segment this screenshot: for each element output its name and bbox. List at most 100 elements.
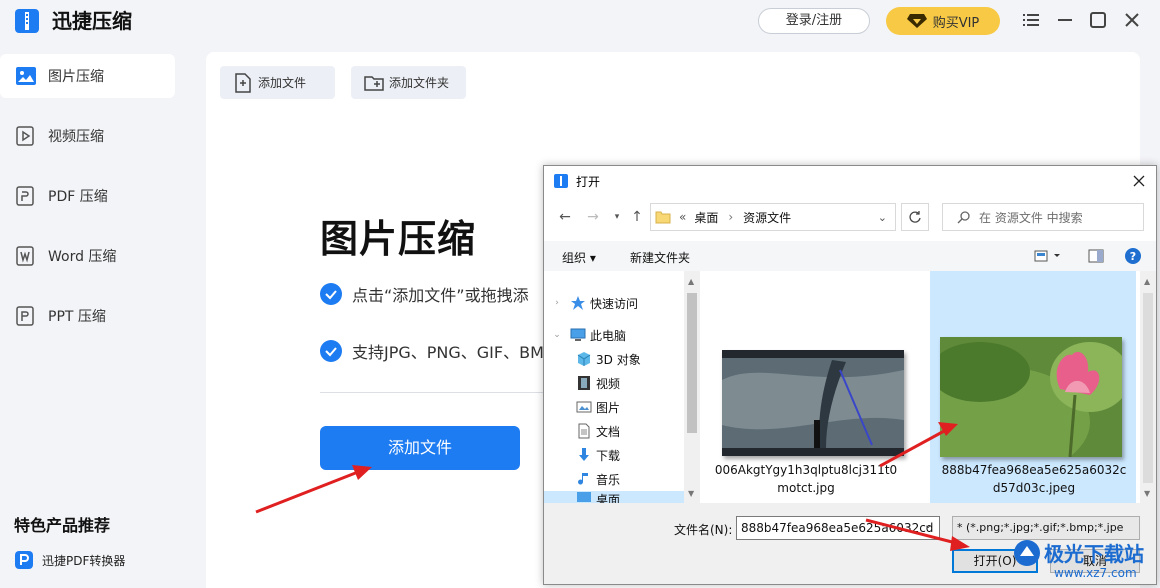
file-scrollbar[interactable]: ▲ ▼ [1140, 271, 1156, 503]
tree-item-pictures[interactable]: 图片 [544, 395, 684, 419]
forward-arrow-icon[interactable]: → [584, 208, 602, 226]
nav-scroll-thumb[interactable] [687, 293, 697, 433]
tree-item-music[interactable]: 音乐 [544, 467, 684, 491]
tree-item-3d-objects[interactable]: 3D 对象 [544, 347, 684, 371]
login-register-button[interactable]: 登录/注册 [758, 8, 870, 34]
address-dropdown-icon[interactable]: ⌄ [878, 211, 887, 224]
up-arrow-icon[interactable]: ↑ [628, 208, 646, 226]
vip-label: 购买VIP [932, 15, 980, 31]
check-circle-icon [320, 283, 342, 305]
add-file-toolbar-button[interactable]: 添加文件 [220, 66, 335, 99]
watermark-url: www.xz7.com [1054, 566, 1137, 580]
diamond-icon [906, 14, 927, 28]
sidebar-item-video-compress[interactable]: 视频压缩 [0, 114, 175, 158]
view-options-icon[interactable] [1034, 249, 1064, 263]
feature-text: 点击“添加文件”或拖拽添 [352, 286, 529, 305]
dialog-titlebar: 打开 [544, 166, 1156, 196]
filename-input[interactable]: 888b47fea968ea5e625a6032cd [736, 516, 940, 540]
refresh-button[interactable] [901, 203, 929, 231]
scroll-up-icon[interactable]: ▲ [688, 277, 694, 286]
command-bar: 组织 ▾ 新建文件夹 ? [544, 241, 1156, 271]
sidebar-item-ppt-compress[interactable]: PPT 压缩 [0, 294, 175, 338]
featured-products-title: 特色产品推荐 [14, 516, 111, 535]
tree-item-desktop[interactable]: 桌面 [544, 491, 684, 503]
sidebar-item-pdf-compress[interactable]: PDF 压缩 [0, 174, 175, 218]
page-title: 图片压缩 [320, 217, 477, 261]
sidebar-item-label: 图片压缩 [48, 69, 104, 85]
pdf-converter-label: 迅捷PDF转换器 [42, 553, 126, 568]
file-item-selected[interactable]: 888b47fea968ea5e625a6032cd57d03c.jpeg [930, 271, 1136, 503]
navigation-pane: › 快速访问 ⌄ 此电脑 3D 对象 视频 图片 文档 下载 音乐 桌面 [544, 271, 700, 503]
dialog-app-icon [554, 174, 568, 188]
pdf-converter-link[interactable]: 迅捷PDF转换器 [14, 550, 125, 570]
sidebar-item-label: PPT 压缩 [48, 309, 106, 325]
maximize-icon[interactable] [1087, 9, 1109, 31]
sidebar-item-label: 视频压缩 [48, 129, 104, 145]
tree-item-videos[interactable]: 视频 [544, 371, 684, 395]
desktop-icon [577, 492, 591, 502]
add-folder-toolbar-button[interactable]: 添加文件夹 [351, 66, 466, 99]
svg-text:?: ? [1130, 250, 1136, 263]
search-input[interactable]: 在 资源文件 中搜索 [942, 203, 1144, 231]
ppt-icon [16, 306, 34, 326]
file-list-pane: 006AkgtYgy1h3qlptu8lcj311t0motct.jpg 888… [702, 271, 1140, 503]
organize-menu[interactable]: 组织 ▾ [562, 249, 596, 266]
tree-item-documents[interactable]: 文档 [544, 419, 684, 443]
address-bar[interactable]: « 桌面 › 资源文件 ⌄ [650, 203, 896, 231]
help-icon[interactable]: ? [1124, 247, 1142, 265]
add-folder-label: 添加文件夹 [389, 76, 450, 90]
preview-pane-icon[interactable] [1088, 249, 1104, 263]
file-name: 888b47fea968ea5e625a6032cd57d03c.jpeg [941, 463, 1127, 495]
folder-icon [655, 211, 671, 224]
scroll-up-icon[interactable]: ▲ [1144, 277, 1150, 286]
file-thumbnail-dark-scene [722, 350, 904, 456]
video-icon [16, 126, 34, 146]
file-thumbnail-lotus [940, 337, 1122, 457]
file-item[interactable]: 006AkgtYgy1h3qlptu8lcj311t0motct.jpg [702, 271, 908, 503]
document-icon [578, 423, 590, 439]
buy-vip-button[interactable]: 购买VIP [886, 7, 1000, 35]
minimize-icon[interactable] [1054, 9, 1076, 31]
breadcrumb-resource-files[interactable]: 资源文件 [743, 209, 791, 226]
breadcrumb-separator: › [728, 210, 734, 224]
dialog-close-icon[interactable] [1130, 172, 1148, 190]
breadcrumb-desktop[interactable]: 桌面 [694, 209, 718, 226]
nav-scrollbar[interactable]: ▲ ▼ [684, 271, 700, 503]
star-icon [571, 296, 585, 310]
scroll-down-icon[interactable]: ▼ [1144, 489, 1150, 498]
open-file-dialog: 打开 ← → ▾ ↑ « 桌面 › 资源文件 ⌄ 在 资源文件 中搜索 组织 ▾… [543, 165, 1157, 585]
image-icon [16, 67, 36, 85]
filename-dropdown-icon[interactable]: ⌄ [924, 520, 932, 531]
sidebar-item-image-compress[interactable]: 图片压缩 [0, 54, 175, 98]
expand-chevron-icon[interactable]: › [544, 298, 570, 308]
file-scroll-thumb[interactable] [1143, 293, 1153, 483]
new-folder-button[interactable]: 新建文件夹 [630, 249, 690, 266]
add-file-button[interactable]: 添加文件 [320, 426, 520, 470]
watermark-logo-icon [1014, 540, 1040, 566]
collapse-chevron-icon[interactable]: ⌄ [544, 330, 570, 340]
search-icon [957, 211, 970, 224]
tree-item-downloads[interactable]: 下载 [544, 443, 684, 467]
app-logo-icon [15, 9, 39, 33]
back-arrow-icon[interactable]: ← [556, 208, 574, 226]
download-icon [579, 448, 589, 461]
menu-list-icon[interactable] [1020, 9, 1042, 31]
feature-text: 支持JPG、PNG、GIF、BM [352, 343, 544, 362]
dialog-title: 打开 [576, 174, 601, 189]
watermark-logo: 极光下载站 www.xz7.com [1010, 534, 1160, 588]
filename-label: 文件名(N): [674, 523, 733, 537]
watermark-text: 极光下载站 [1044, 542, 1144, 566]
pdf-converter-icon [15, 551, 33, 569]
tree-item-this-pc[interactable]: ⌄ 此电脑 [544, 323, 684, 347]
picture-icon [576, 401, 592, 413]
recent-chevron-icon[interactable]: ▾ [608, 208, 626, 226]
address-prefix: « [679, 210, 687, 224]
close-icon[interactable] [1121, 9, 1143, 31]
tree-item-quick-access[interactable]: › 快速访问 [544, 291, 684, 315]
computer-icon [570, 328, 586, 341]
feature-line-drag: 点击“添加文件”或拖拽添 [320, 282, 529, 306]
add-file-icon [235, 72, 251, 93]
scroll-down-icon[interactable]: ▼ [688, 489, 694, 498]
pdf-icon [16, 186, 34, 206]
sidebar-item-word-compress[interactable]: Word 压缩 [0, 234, 175, 278]
